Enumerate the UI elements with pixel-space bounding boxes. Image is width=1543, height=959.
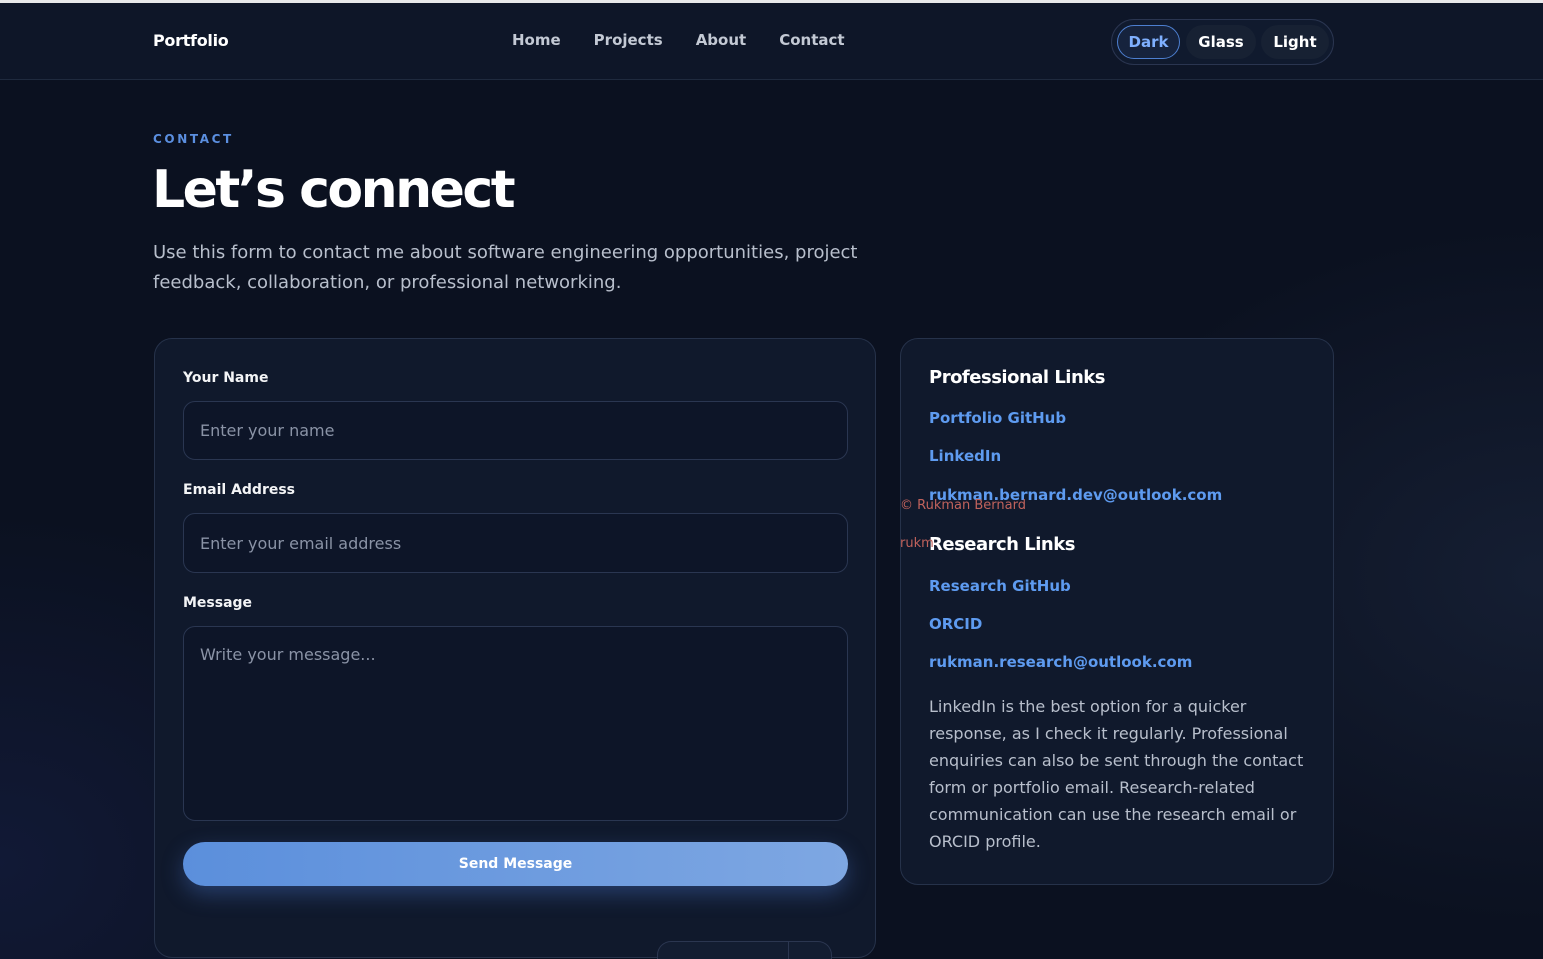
section-eyebrow: CONTACT — [153, 132, 234, 146]
links-card: Professional Links Portfolio GitHub Link… — [900, 338, 1334, 885]
email-input[interactable] — [183, 513, 848, 573]
orcid-link[interactable]: ORCID — [929, 615, 982, 633]
theme-switcher: Dark Glass Light — [1111, 19, 1334, 65]
nav-link-home[interactable]: Home — [512, 31, 561, 49]
page-intro: Use this form to contact me about softwa… — [153, 242, 858, 293]
theme-light-button[interactable]: Light — [1261, 25, 1329, 59]
message-textarea[interactable] — [183, 626, 848, 821]
portfolio-github-link[interactable]: Portfolio GitHub — [929, 409, 1066, 427]
brand-logo[interactable]: Portfolio — [153, 31, 229, 50]
contact-form-card: Your Name Email Address Message Send Mes… — [154, 338, 876, 959]
nav-links: Home Projects About Contact — [512, 31, 878, 49]
research-github-link[interactable]: Research GitHub — [929, 577, 1071, 595]
floating-toolbar[interactable] — [657, 941, 832, 959]
theme-glass-button[interactable]: Glass — [1186, 25, 1256, 59]
professional-links-title: Professional Links — [929, 367, 1105, 388]
name-label: Your Name — [183, 370, 269, 386]
name-input[interactable] — [183, 401, 848, 460]
message-label: Message — [183, 595, 253, 611]
email-label: Email Address — [183, 482, 296, 498]
nav-link-about[interactable]: About — [696, 31, 747, 49]
contact-note: LinkedIn is the best option for a quicke… — [929, 697, 1304, 851]
theme-dark-button[interactable]: Dark — [1117, 25, 1180, 59]
page-title: Let’s connect — [152, 160, 516, 220]
send-message-button[interactable]: Send Message — [183, 842, 848, 886]
top-navbar: Portfolio Home Projects About Contact Da… — [0, 3, 1543, 80]
footer-email-overlay: rukm — [900, 536, 934, 551]
research-email-link[interactable]: rukman.research@outlook.com — [929, 653, 1192, 671]
research-links-title: Research Links — [929, 534, 1075, 555]
toolbar-divider — [788, 942, 789, 959]
nav-link-contact[interactable]: Contact — [779, 31, 844, 49]
nav-link-projects[interactable]: Projects — [594, 31, 663, 49]
footer-copyright-overlay: © Rukman Bernard — [900, 498, 1026, 513]
linkedin-link[interactable]: LinkedIn — [929, 447, 1001, 465]
